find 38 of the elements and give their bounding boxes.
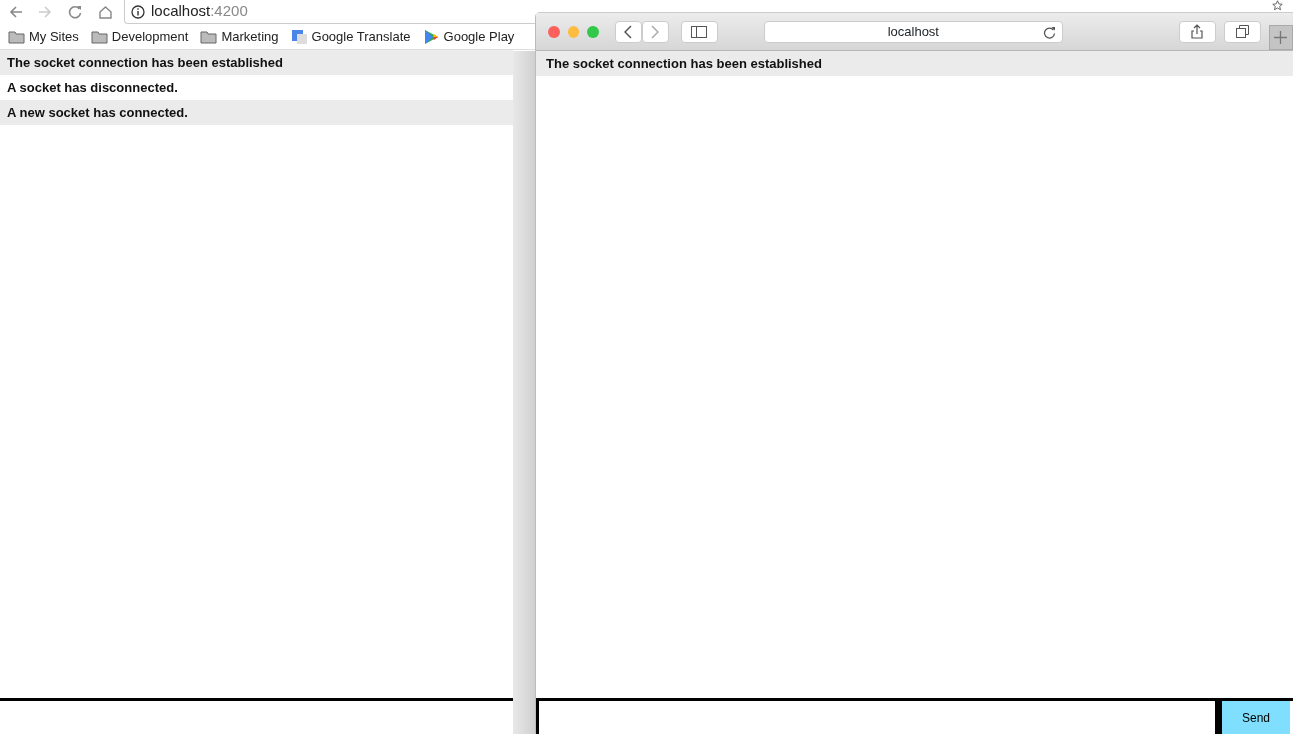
new-tab-button[interactable] bbox=[1268, 25, 1293, 50]
message-row: The socket connection has been established bbox=[536, 51, 1293, 76]
send-button[interactable]: Send bbox=[1222, 701, 1290, 734]
folder-icon bbox=[90, 28, 108, 45]
share-icon bbox=[1191, 24, 1204, 39]
folder-icon bbox=[200, 28, 218, 45]
bookmark-item[interactable]: My Sites bbox=[8, 26, 79, 47]
folder-icon bbox=[8, 28, 25, 45]
message-input[interactable] bbox=[536, 701, 1222, 734]
message-row: The socket connection has been established bbox=[0, 50, 513, 75]
bookmark-item[interactable]: Google Translate bbox=[290, 26, 411, 47]
tabs-button[interactable] bbox=[1223, 20, 1261, 43]
back-icon[interactable] bbox=[7, 4, 23, 20]
home-icon[interactable] bbox=[97, 4, 113, 20]
back-button[interactable] bbox=[614, 20, 642, 43]
star-icon[interactable] bbox=[1272, 0, 1283, 11]
reload-icon[interactable] bbox=[67, 4, 83, 20]
bookmark-item[interactable]: Google Play bbox=[422, 26, 515, 47]
plus-icon bbox=[1274, 31, 1288, 44]
message-row-text: A socket has disconnected. bbox=[6, 79, 179, 97]
tabs-icon bbox=[1235, 25, 1249, 38]
play-icon bbox=[422, 28, 440, 45]
url-text: localhost bbox=[887, 22, 939, 41]
sidebar-icon bbox=[691, 25, 708, 38]
sidebar-button[interactable] bbox=[680, 20, 718, 43]
forward-icon bbox=[651, 24, 660, 39]
bookmark-item[interactable]: Marketing bbox=[200, 26, 279, 47]
share-button[interactable] bbox=[1178, 20, 1216, 43]
address-bar[interactable]: localhost bbox=[763, 20, 1063, 43]
url-text[interactable]: localhost:4200 bbox=[151, 0, 248, 23]
message-row: A new socket has connected. bbox=[0, 100, 513, 125]
back-icon bbox=[624, 24, 633, 39]
bookmark-item[interactable]: Development bbox=[90, 26, 189, 47]
reload-icon[interactable] bbox=[1042, 25, 1056, 39]
window-control[interactable] bbox=[587, 25, 599, 38]
translate-icon bbox=[290, 28, 308, 45]
window-control[interactable] bbox=[548, 25, 560, 38]
info-icon bbox=[131, 4, 145, 19]
